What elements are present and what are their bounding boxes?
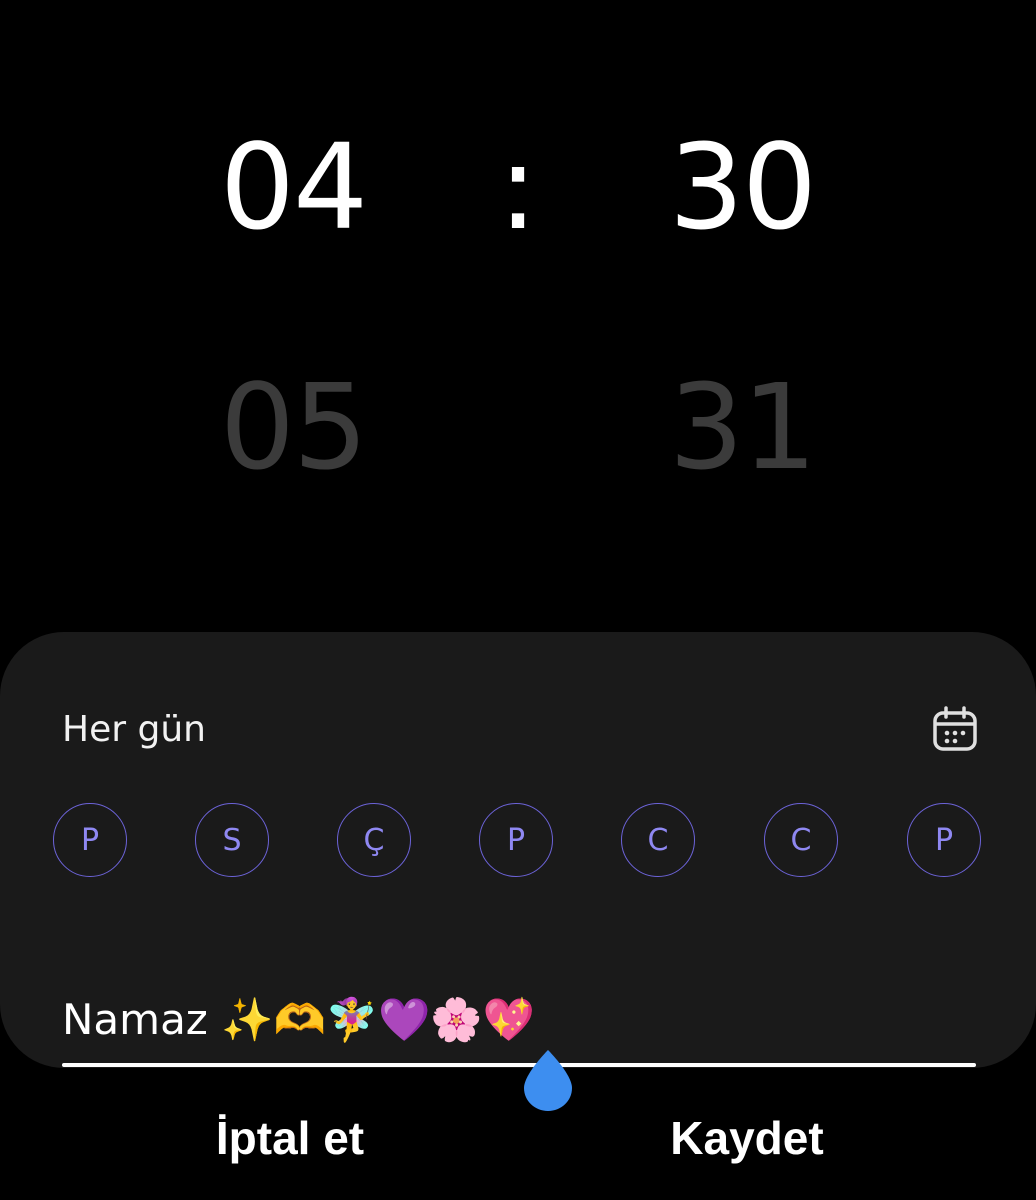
day-toggle-1[interactable]: P	[53, 803, 127, 877]
day-toggle-6[interactable]: C	[764, 803, 838, 877]
alarm-name-input[interactable]: Namaz ✨🫶🧚‍♀️💜🌸💖	[62, 990, 974, 1050]
day-toggle-4[interactable]: P	[479, 803, 553, 877]
cancel-button[interactable]: İptal et	[140, 1108, 440, 1168]
time-separator: :	[498, 118, 538, 256]
day-toggle-3[interactable]: Ç	[337, 803, 411, 877]
text-cursor-handle-icon[interactable]	[521, 1048, 575, 1114]
minute-value-next[interactable]: 31	[592, 368, 892, 486]
repeat-label: Her gün	[62, 709, 206, 750]
hour-value-selected[interactable]: 04	[143, 128, 443, 246]
day-toggle-7[interactable]: P	[907, 803, 981, 877]
alarm-name-underline	[62, 1063, 976, 1067]
calendar-icon[interactable]	[930, 704, 980, 754]
save-button[interactable]: Kaydet	[597, 1108, 897, 1168]
day-toggle-2[interactable]: S	[195, 803, 269, 877]
day-toggle-5[interactable]: C	[621, 803, 695, 877]
minute-value-selected[interactable]: 30	[592, 128, 892, 246]
hour-value-next[interactable]: 05	[143, 368, 443, 486]
